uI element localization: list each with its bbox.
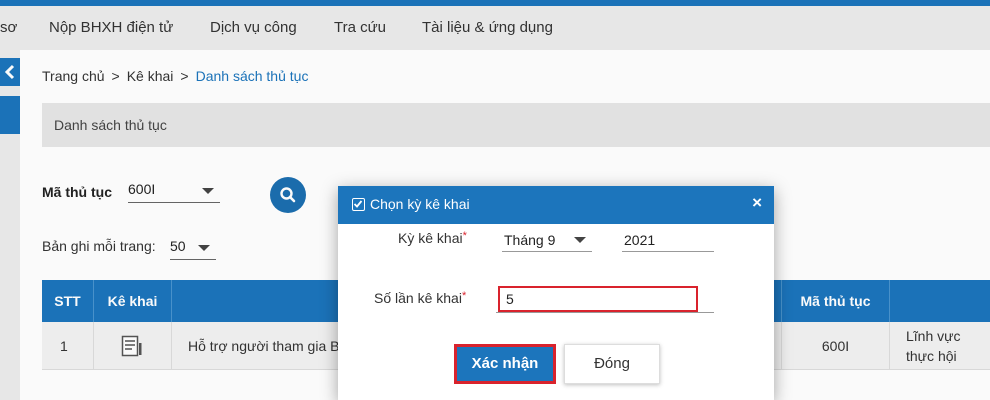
month-select[interactable]: Tháng 9	[502, 228, 592, 252]
period-label: Kỳ kê khai*	[398, 230, 467, 246]
confirm-button[interactable]: Xác nhận	[454, 344, 556, 384]
count-label: Số lần kê khai*	[374, 290, 467, 306]
declaration-count-input[interactable]: 5	[498, 286, 698, 312]
close-icon[interactable]: ×	[752, 193, 762, 213]
checkbox-check-icon	[352, 198, 365, 211]
input-underline	[496, 312, 714, 313]
chevron-down-icon	[574, 237, 586, 243]
year-field[interactable]: 2021	[622, 228, 714, 252]
dialog-title: Chọn kỳ kê khai	[370, 196, 470, 212]
required-mark: *	[462, 230, 467, 242]
select-period-dialog: Chọn kỳ kê khai × Kỳ kê khai* Tháng 9 20…	[338, 186, 774, 400]
year-value: 2021	[624, 232, 656, 248]
month-value: Tháng 9	[504, 232, 556, 248]
required-mark: *	[461, 290, 467, 302]
dialog-header: Chọn kỳ kê khai ×	[338, 186, 774, 224]
close-button[interactable]: Đóng	[564, 344, 660, 384]
